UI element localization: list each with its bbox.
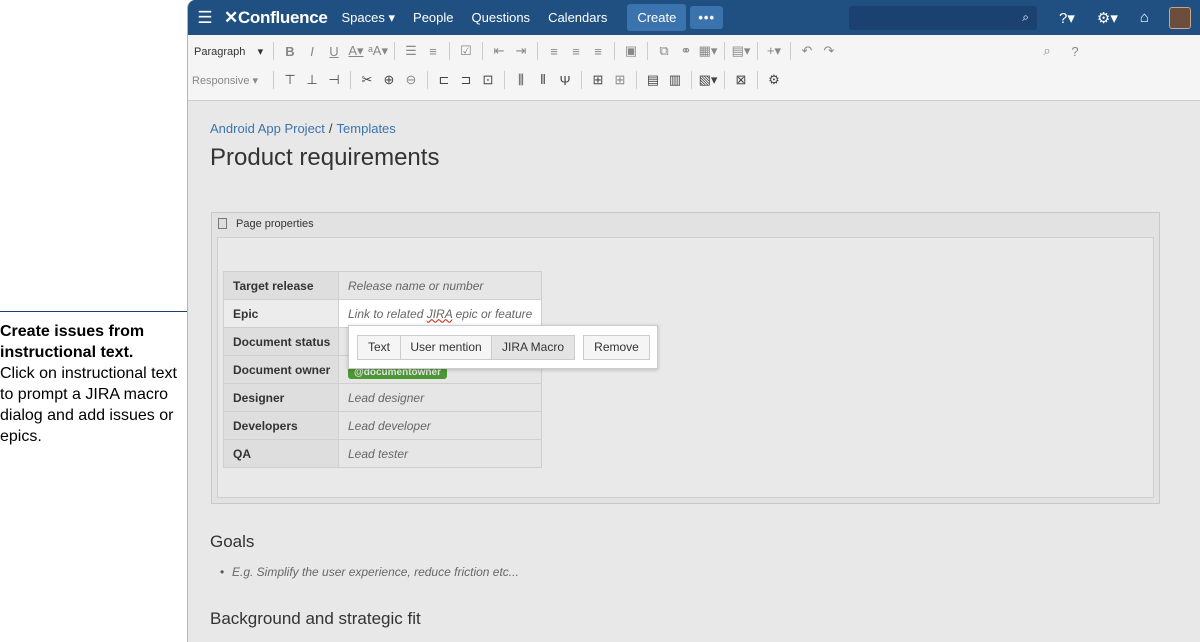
goals-list-item[interactable]: E.g. Simplify the user experience, reduc… xyxy=(220,565,519,579)
property-value[interactable]: Lead tester xyxy=(338,439,542,468)
create-button[interactable]: Create xyxy=(627,4,687,31)
col-copy-icon[interactable]: ⫴ xyxy=(532,72,554,88)
macro-title: Page properties xyxy=(236,218,314,230)
search-input[interactable]: ⌕ xyxy=(849,5,1038,30)
row-insert-above-icon[interactable]: ⊤ xyxy=(279,72,301,88)
bold-icon[interactable]: B xyxy=(279,44,301,59)
align-center-icon[interactable]: ≡ xyxy=(565,44,587,59)
remove-button[interactable]: Remove xyxy=(583,335,650,360)
property-key: Developers xyxy=(223,411,339,440)
breadcrumb-space-link[interactable]: Android App Project xyxy=(210,121,325,136)
heading-column-icon[interactable]: ▥ xyxy=(664,72,686,88)
cell-highlight-icon[interactable]: ▧▾ xyxy=(697,72,719,88)
numbered-list-icon[interactable]: ≡ xyxy=(422,44,444,59)
insert-table-icon[interactable]: ▦▾ xyxy=(697,43,719,59)
nav-questions[interactable]: Questions xyxy=(472,10,531,25)
confluence-window: ☰ ✕Confluence Spaces ▾ People Questions … xyxy=(187,0,1200,642)
breadcrumb: Android App Project / Templates xyxy=(210,121,396,136)
callout-body: Click on instructional text to prompt a … xyxy=(0,365,177,445)
property-key: Target release xyxy=(223,271,339,300)
insert-file-icon[interactable]: ▤▾ xyxy=(730,43,752,59)
table-row: Developers Lead developer xyxy=(223,411,542,440)
table-row: QA Lead tester xyxy=(223,439,542,468)
table-row: Designer Lead designer xyxy=(223,383,542,412)
top-nav-bar: ☰ ✕Confluence Spaces ▾ People Questions … xyxy=(188,0,1200,35)
callout-annotation: Create issues from instructional text. C… xyxy=(0,321,180,447)
hamburger-menu-icon[interactable]: ☰ xyxy=(192,8,218,28)
bullet-list-icon[interactable]: ☰ xyxy=(400,43,422,59)
undo-icon[interactable]: ↶ xyxy=(796,43,818,59)
toolbar-row-2: Responsive ▾ ⊤ ⊥ ⊣ ✂ ⊕ ⊖ ⊏ ⊐ ⊡ ⫼ ⫴ Ψ ⊞ ⊞… xyxy=(188,66,785,94)
col-insert-before-icon[interactable]: ⊏ xyxy=(433,72,455,88)
page-content: Android App Project / Templates Product re… xyxy=(188,102,1200,642)
property-key: QA xyxy=(223,439,339,468)
page-layout-icon[interactable]: ▣ xyxy=(620,43,642,59)
col-delete-icon[interactable]: ⊡ xyxy=(477,72,499,88)
convert-text-button[interactable]: Text xyxy=(357,335,401,360)
confluence-logo[interactable]: ✕Confluence xyxy=(224,8,328,28)
property-key: Document owner xyxy=(223,355,339,384)
macro-header: Page properties xyxy=(212,213,1159,235)
row-paste-icon[interactable]: ⊖ xyxy=(400,72,422,88)
redo-icon[interactable]: ↷ xyxy=(818,43,840,59)
table-row-epic: Epic Link to related JIRA epic or featur… xyxy=(223,299,542,328)
outdent-icon[interactable]: ⇤ xyxy=(488,43,510,59)
notifications-icon[interactable]: ⌂ xyxy=(1140,9,1149,26)
split-cells-icon[interactable]: ⊞ xyxy=(609,72,631,88)
properties-table: Target release Release name or number Ep… xyxy=(223,271,542,468)
toolbar-row-1: Paragraph ▾ B I U A▾ ᵃA▾ ☰ ≡ ☑ ⇤ ⇥ ≡ ≡ ≡… xyxy=(188,37,1086,65)
insert-image-icon[interactable]: ⧉ xyxy=(653,43,675,59)
underline-icon[interactable]: U xyxy=(323,44,345,59)
table-settings-gear-icon[interactable]: ⚙ xyxy=(763,72,785,88)
property-value[interactable]: Lead designer xyxy=(338,383,542,412)
search-icon: ⌕ xyxy=(1022,9,1030,24)
convert-user-mention-button[interactable]: User mention xyxy=(400,335,492,360)
task-list-icon[interactable]: ☑ xyxy=(455,43,477,59)
background-heading[interactable]: Background and strategic fit xyxy=(210,609,421,629)
align-right-icon[interactable]: ≡ xyxy=(587,44,609,59)
paragraph-style-select[interactable]: Paragraph ▾ xyxy=(188,45,268,58)
delete-table-icon[interactable]: ⊠ xyxy=(730,72,752,88)
breadcrumb-parent-link[interactable]: Templates xyxy=(337,121,396,136)
heading-row-icon[interactable]: ▤ xyxy=(642,72,664,88)
page-title[interactable]: Product requirements xyxy=(210,144,439,172)
convert-jira-macro-button[interactable]: JIRA Macro xyxy=(491,335,575,360)
insert-more-icon[interactable]: +▾ xyxy=(763,43,785,59)
property-value[interactable]: Lead developer xyxy=(338,411,542,440)
table-row: Target release Release name or number xyxy=(223,271,542,300)
editor-help-icon[interactable]: ? xyxy=(1064,44,1086,59)
user-avatar[interactable] xyxy=(1168,6,1191,29)
row-copy-icon[interactable]: ⊕ xyxy=(378,72,400,88)
col-cut-icon[interactable]: ⫼ xyxy=(510,72,532,88)
merge-cells-icon[interactable]: ⊞ xyxy=(587,72,609,88)
macro-book-icon xyxy=(218,218,227,229)
property-value[interactable]: Release name or number xyxy=(338,271,542,300)
more-button[interactable]: ••• xyxy=(690,6,724,29)
italic-icon[interactable]: I xyxy=(301,44,323,59)
callout-title: Create issues from instructional text. xyxy=(0,323,145,361)
text-format-icon[interactable]: ᵃA▾ xyxy=(367,43,389,59)
property-key: Designer xyxy=(223,383,339,412)
find-replace-icon[interactable]: ⌕ xyxy=(1036,43,1058,59)
align-left-icon[interactable]: ≡ xyxy=(543,44,565,59)
nav-spaces[interactable]: Spaces ▾ xyxy=(342,10,396,26)
col-insert-after-icon[interactable]: ⊐ xyxy=(455,72,477,88)
nav-people[interactable]: People xyxy=(413,10,453,25)
row-delete-icon[interactable]: ⊣ xyxy=(323,72,345,88)
help-icon[interactable]: ?▾ xyxy=(1059,9,1075,27)
row-cut-icon[interactable]: ✂ xyxy=(356,72,378,88)
property-key: Epic xyxy=(223,299,339,328)
property-value-epic[interactable]: Link to related JIRA epic or feature xyxy=(338,299,542,328)
nav-calendars[interactable]: Calendars xyxy=(548,10,607,25)
insert-link-icon[interactable]: ⚭ xyxy=(675,43,697,59)
property-key: Document status xyxy=(223,327,339,356)
settings-gear-icon[interactable]: ⚙▾ xyxy=(1097,9,1118,27)
placeholder-convert-popup: Text User mention JIRA Macro Remove xyxy=(348,325,658,369)
col-paste-icon[interactable]: Ψ xyxy=(554,73,576,88)
indent-icon[interactable]: ⇥ xyxy=(510,43,532,59)
row-insert-below-icon[interactable]: ⊥ xyxy=(301,72,323,88)
text-color-icon[interactable]: A▾ xyxy=(345,43,367,59)
goals-heading[interactable]: Goals xyxy=(210,532,254,552)
responsive-select[interactable]: Responsive ▾ xyxy=(188,74,268,87)
